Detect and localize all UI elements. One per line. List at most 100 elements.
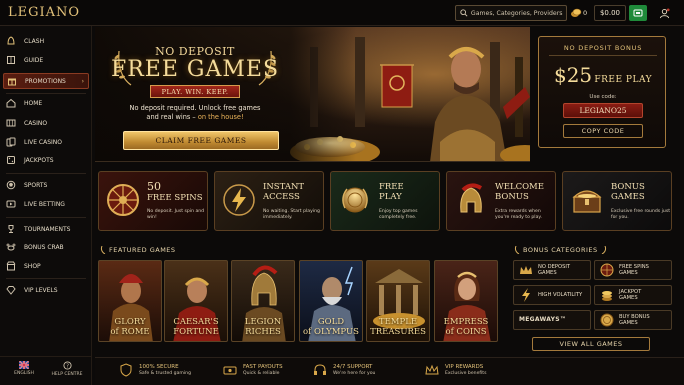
sidebar-divider: [6, 173, 86, 174]
no-deposit-bonus-panel: NO DEPOSIT BONUS $25 FREE PLAY Use code:…: [538, 36, 666, 148]
sidebar-item-live-betting[interactable]: LIVE BETTING: [6, 197, 90, 211]
ball-icon: [6, 180, 16, 190]
card-title-line2: ACCESS: [263, 192, 300, 202]
category-label-line1: JACKPOT: [619, 288, 642, 295]
game-title: GOLD of OLYMPUS: [300, 317, 362, 337]
search-input[interactable]: [470, 9, 566, 17]
book-icon: [6, 55, 16, 65]
sidebar-item-sports[interactable]: SPORTS: [6, 178, 90, 192]
game-title: GLORY of ROME: [99, 317, 161, 337]
category-high-volatility[interactable]: HIGH VOLATILITY: [513, 285, 591, 305]
category-free-spins-games[interactable]: FREE SPINS GAMES: [594, 260, 672, 280]
category-label-line1: BUY BONUS: [619, 313, 650, 320]
wheel-icon: [107, 184, 139, 216]
category-jackpot-games[interactable]: JACKPOT GAMES: [594, 285, 672, 305]
footer-item-secure: 100% SECURE Safe & trusted gaming: [119, 363, 191, 377]
card-subtitle: No deposit. Just spin and win!: [147, 209, 205, 220]
help-centre-button[interactable]: ? HELP CENTRE: [47, 361, 87, 377]
coin-stack-icon: [600, 288, 614, 302]
coins-icon: [571, 8, 582, 17]
sidebar-item-home[interactable]: HOME: [6, 96, 90, 110]
card-title: BONUS GAMES: [611, 182, 645, 202]
hero-description: No deposit required. Unlock free games a…: [120, 104, 270, 122]
headset-icon: [314, 364, 326, 375]
game-tile-legion-riches[interactable]: LEGION RICHES: [231, 260, 295, 342]
search-box[interactable]: [455, 5, 567, 21]
card-title: INSTANT ACCESS: [263, 182, 304, 202]
featured-games-heading: FEATURED GAMES: [100, 246, 176, 254]
card-free-spins[interactable]: 50 FREE SPINS No deposit. Just spin and w…: [98, 171, 208, 231]
sidebar-item-shop[interactable]: SHOP: [6, 259, 90, 273]
bonus-categories-title: BONUS CATEGORIES: [523, 246, 598, 254]
bonus-panel-divider: [549, 55, 657, 56]
view-all-games-button[interactable]: VIEW ALL GAMES: [532, 337, 650, 351]
language-label: ENGLISH: [14, 371, 34, 376]
footer-item-title: 24/7 SUPPORT: [333, 363, 373, 370]
card-title: 50 FREE SPINS: [147, 180, 203, 203]
card-free-play[interactable]: FREE PLAY Enjoy top games completely free…: [330, 171, 440, 231]
sidebar-item-tournaments[interactable]: TOURNAMENTS: [6, 222, 90, 236]
sidebar-item-bonus-crab[interactable]: BONUS CRAB: [6, 240, 90, 254]
footer-item-support: 24/7 SUPPORT We're here for you: [313, 363, 375, 377]
game-title-line1: EMPRESS: [443, 317, 489, 327]
card-title-line1: INSTANT: [263, 182, 305, 192]
card-title-line1: FREE: [379, 182, 404, 192]
card-subtitle: No waiting. Start playing immediately.: [263, 209, 320, 220]
card-instant-access[interactable]: INSTANT ACCESS No waiting. Start playing …: [214, 171, 324, 231]
sidebar-item-vip-levels[interactable]: VIP LEVELS: [6, 283, 90, 297]
sidebar-item-jackpots[interactable]: JACKPOTS: [6, 153, 90, 167]
hero-desc-line1: No deposit required. Unlock free games: [129, 104, 261, 112]
sidebar-item-guide[interactable]: GUIDE: [6, 53, 90, 67]
sidebar-item-label: CLASH: [24, 37, 45, 45]
game-title-line1: CAESAR'S: [173, 317, 219, 327]
game-title-line1: LEGION: [244, 317, 282, 327]
category-label-line2: GAMES: [619, 295, 638, 301]
sidebar-item-promotions[interactable]: PROMOTIONS ›: [3, 73, 89, 89]
game-tile-caesars-fortune[interactable]: CAESAR'S FORTUNE: [164, 260, 228, 342]
copy-code-button[interactable]: COPY CODE: [563, 124, 643, 138]
claim-free-games-button[interactable]: CLAIM FREE GAMES: [123, 131, 279, 150]
language-button[interactable]: ENGLISH: [4, 361, 44, 376]
card-bonus-games[interactable]: BONUS GAMES Exclusive free rounds just fo…: [562, 171, 672, 231]
game-tile-gold-of-olympus[interactable]: GOLD of OLYMPUS: [299, 260, 363, 342]
bonus-amount-suffix: FREE PLAY: [594, 75, 653, 85]
sidebar-item-clash[interactable]: CLASH: [6, 34, 90, 48]
sidebar-item-casino[interactable]: CASINO: [6, 116, 90, 130]
category-megaways[interactable]: MEGAWAYS™: [513, 310, 591, 330]
user-button[interactable]: [655, 5, 673, 21]
category-buy-bonus-games[interactable]: BUY BONUS GAMES: [594, 310, 672, 330]
dice-icon: [6, 155, 16, 165]
card-title-line1: 50: [147, 180, 161, 193]
coin-icon: [600, 313, 614, 327]
balance-display[interactable]: $0.00: [594, 5, 626, 21]
cards-icon: [6, 137, 16, 147]
logo[interactable]: LEGIANO: [8, 5, 80, 20]
card-welcome-bonus[interactable]: WELCOME BONUS Extra rewards when you're r…: [446, 171, 556, 231]
sidebar-divider: [6, 278, 86, 279]
bonus-amount: $25 FREE PLAY: [539, 63, 667, 87]
bonus-amount-value: $25: [553, 63, 593, 87]
wallet-icon: [633, 9, 643, 17]
wallet-button[interactable]: [629, 5, 647, 21]
game-tile-empress-of-coins[interactable]: EMPRESS of COINS: [434, 260, 498, 342]
category-no-deposit-games[interactable]: NO DEPOSIT GAMES: [513, 260, 591, 280]
diamond-icon: [6, 285, 16, 295]
chest-icon: [572, 190, 602, 213]
card-title-line2: BONUS: [495, 192, 529, 202]
wheel-icon: [600, 263, 614, 277]
coins-counter[interactable]: 0: [570, 6, 587, 20]
promo-code[interactable]: LEGIANO25: [563, 103, 643, 118]
live-icon: [6, 199, 16, 209]
laurel-coin-icon: [342, 187, 368, 213]
game-tile-glory-of-rome[interactable]: GLORY of ROME: [98, 260, 162, 342]
card-title-line1: BONUS: [611, 182, 645, 192]
sidebar-item-label: HOME: [24, 99, 43, 107]
coins-value: 0: [583, 9, 588, 17]
footer-item-subtitle: Safe & trusted gaming: [139, 370, 191, 376]
game-title: CAESAR'S FORTUNE: [165, 317, 227, 337]
card-subtitle: Exclusive free rounds just for you.: [611, 209, 671, 220]
bonus-panel-title: NO DEPOSIT BONUS: [563, 44, 643, 52]
sidebar-item-live-casino[interactable]: LIVE CASINO: [6, 135, 90, 149]
game-tile-temple-treasures[interactable]: TEMPLE TREASURES: [366, 260, 430, 342]
user-icon: [659, 7, 670, 18]
